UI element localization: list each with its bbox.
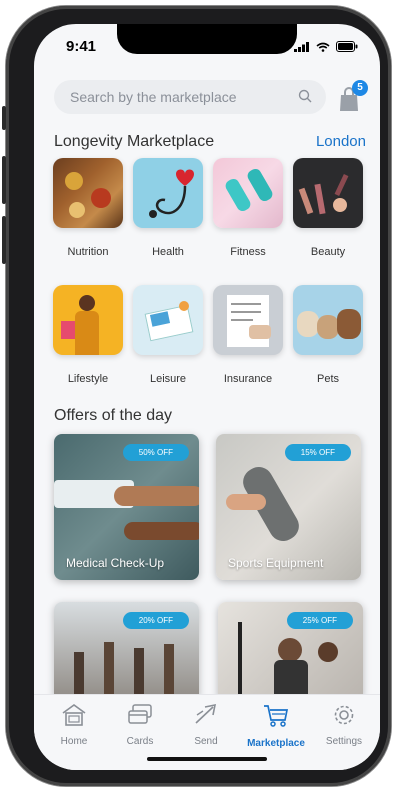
cart-count-badge: 5 xyxy=(352,80,368,96)
category-nutrition[interactable]: Nutrition xyxy=(52,158,124,258)
offers-title: Offers of the day xyxy=(54,407,172,424)
nav-settings[interactable]: Settings xyxy=(314,703,374,747)
category-label: Beauty xyxy=(310,246,346,258)
category-insurance[interactable]: Insurance xyxy=(212,285,284,385)
insurance-image xyxy=(213,285,283,355)
search-input[interactable]: Search by the marketplace xyxy=(70,89,237,105)
category-label: Lifestyle xyxy=(67,373,109,385)
nav-label: Settings xyxy=(325,736,363,747)
offer-card-medical[interactable]: 50% OFF Medical Check-Up xyxy=(54,434,199,580)
nav-label: Home xyxy=(60,736,88,747)
search-bar[interactable]: Search by the marketplace xyxy=(54,80,326,114)
fitness-image xyxy=(213,158,283,228)
city-link[interactable]: London xyxy=(316,133,366,150)
category-label: Pets xyxy=(316,373,339,385)
beauty-image xyxy=(293,158,363,228)
nutrition-image xyxy=(53,158,123,228)
home-indicator[interactable] xyxy=(147,757,267,761)
send-icon xyxy=(195,703,217,724)
nav-send[interactable]: Send xyxy=(176,703,236,747)
category-beauty[interactable]: Beauty xyxy=(292,158,364,258)
category-label: Fitness xyxy=(230,246,266,258)
volume-up-button xyxy=(2,156,6,204)
offer-card-sports[interactable]: 15% OFF Sports Equipment xyxy=(216,434,361,580)
cart-icon xyxy=(264,705,289,727)
category-pets[interactable]: Pets xyxy=(292,285,364,385)
nav-cards[interactable]: Cards xyxy=(110,703,170,747)
category-label: Insurance xyxy=(223,373,273,385)
app-screen: 9:41 Search by the marketplace 5 Longevi… xyxy=(34,24,380,770)
category-leisure[interactable]: Leisure xyxy=(132,285,204,385)
gear-icon xyxy=(334,705,354,725)
category-label: Nutrition xyxy=(67,246,109,258)
signal-icon xyxy=(294,41,309,52)
home-icon xyxy=(62,704,86,726)
wifi-icon xyxy=(316,42,330,52)
offer-card-3[interactable]: 20% OFF xyxy=(54,602,199,702)
leisure-image xyxy=(133,285,203,355)
lifestyle-image xyxy=(53,285,123,355)
offer-title: Medical Check-Up xyxy=(66,556,165,570)
pets-image xyxy=(293,285,363,355)
category-label: Health xyxy=(152,246,184,258)
status-time: 9:41 xyxy=(66,38,97,55)
notch xyxy=(117,24,297,54)
discount-badge: 25% OFF xyxy=(286,612,353,629)
marketplace-title: Longevity Marketplace xyxy=(54,133,215,150)
category-fitness[interactable]: Fitness xyxy=(212,158,284,258)
category-lifestyle[interactable]: Lifestyle xyxy=(52,285,124,385)
nav-marketplace[interactable]: Marketplace xyxy=(246,703,306,749)
offer-card-4[interactable]: 25% OFF xyxy=(218,602,363,702)
health-image xyxy=(133,158,203,228)
volume-down-button xyxy=(2,216,6,264)
discount-badge: 50% OFF xyxy=(122,444,189,461)
search-icon[interactable] xyxy=(298,89,312,103)
mute-switch xyxy=(2,106,6,130)
nav-label: Send xyxy=(194,736,218,747)
nav-home[interactable]: Home xyxy=(44,703,104,747)
cards-icon xyxy=(128,704,152,724)
nav-label: Cards xyxy=(126,736,154,747)
stethoscope-icon xyxy=(149,169,194,218)
nav-label: Marketplace xyxy=(247,738,305,749)
category-label: Leisure xyxy=(149,373,187,385)
discount-badge: 20% OFF xyxy=(122,612,189,629)
category-health[interactable]: Health xyxy=(132,158,204,258)
offer-title: Sports Equipment xyxy=(228,556,324,570)
battery-icon xyxy=(336,41,358,52)
discount-badge: 15% OFF xyxy=(284,444,351,461)
